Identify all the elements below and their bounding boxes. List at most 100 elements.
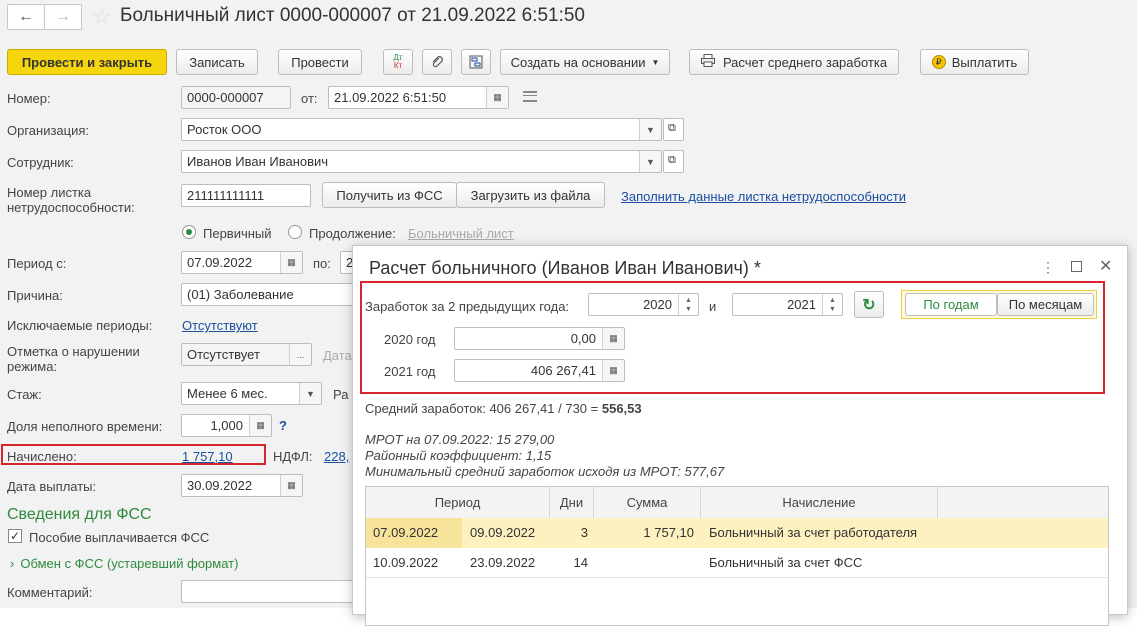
period-label: Период с: [7, 256, 67, 271]
save-button[interactable]: Записать [176, 49, 258, 75]
ndfl-link[interactable]: 228, [324, 449, 349, 464]
accrual-cell: Больничный за счет работодателя [709, 525, 918, 540]
chevron-down-icon[interactable]: ▼ [639, 151, 661, 172]
open-icon[interactable]: ⧉ [663, 150, 684, 173]
amount-cell [594, 548, 694, 578]
sheet-number-field[interactable]: 211111111111 [181, 184, 311, 207]
load-from-file-button[interactable]: Загрузить из файла [456, 182, 605, 208]
year1-spinner[interactable]: 2020 ▲ ▼ [588, 293, 699, 316]
employee-label: Сотрудник: [7, 155, 74, 170]
calculator-icon[interactable]: ▦ [249, 415, 271, 436]
excluded-periods-link[interactable]: Отсутствуют [182, 318, 258, 333]
post-and-close-button[interactable]: Провести и закрыть [7, 49, 167, 75]
period-to-cell: 23.09.2022 [470, 555, 536, 570]
year1-amount-label: 2020 год [384, 332, 436, 347]
select-ellipsis-icon[interactable]: ... [289, 344, 311, 365]
fss-exchange-group[interactable]: › Обмен с ФСС (устаревший формат) [10, 556, 238, 571]
ruble-coin-icon: ₽ [931, 55, 946, 69]
date-field[interactable]: 21.09.2022 6:51:50 ▦ [328, 86, 509, 109]
column-header[interactable]: Дни [550, 487, 594, 518]
close-icon[interactable]: ✕ [1099, 256, 1112, 276]
back-button[interactable]: ← [7, 4, 45, 30]
comment-label: Комментарий: [7, 585, 93, 600]
open-icon[interactable]: ⧉ [663, 118, 684, 141]
sick-list-link[interactable]: Больничный лист [408, 226, 514, 241]
spin-arrows-icon[interactable]: ▲ ▼ [678, 294, 698, 315]
continuation-radio[interactable] [288, 225, 302, 239]
experience-field[interactable]: Менее 6 мес. ▼ [181, 382, 322, 405]
organization-field[interactable]: Росток ООО ▼ [181, 118, 662, 141]
post-button[interactable]: Провести [278, 49, 362, 75]
amount-cell: 1 757,10 [643, 525, 694, 540]
more-icon[interactable]: ⋮ [1041, 260, 1055, 274]
period-from-field[interactable]: 07.09.2022 ▦ [181, 251, 303, 274]
employee-field[interactable]: Иванов Иван Иванович ▼ [181, 150, 662, 173]
mrot-text: МРОТ на 07.09.2022: 15 279,00 [365, 432, 555, 447]
create-based-on-dropdown[interactable]: Создать на основании ▼ [500, 49, 670, 75]
sick-pay-calculation-dialog: Расчет больничного (Иванов Иван Иванович… [352, 245, 1128, 626]
help-icon[interactable]: ? [279, 418, 287, 433]
dt-kt-icon[interactable]: Дт Кт [383, 49, 413, 75]
year2-amount-field[interactable]: 406 267,41 ▦ [454, 359, 625, 382]
year1-amount-field[interactable]: 0,00 ▦ [454, 327, 625, 350]
year2-spinner[interactable]: 2021 ▲ ▼ [732, 293, 843, 316]
pay-button[interactable]: ₽ Выплатить [920, 49, 1029, 75]
arrow-left-icon: ← [18, 8, 34, 25]
spin-arrows-icon[interactable]: ▲ ▼ [822, 294, 842, 315]
maximize-icon[interactable] [1071, 261, 1082, 272]
number-field[interactable]: 0000-000007 [181, 86, 291, 109]
calendar-icon[interactable]: ▦ [280, 475, 302, 496]
chevron-down-icon[interactable]: ▼ [299, 383, 321, 404]
paperclip-icon[interactable] [422, 49, 452, 75]
primary-radio[interactable] [182, 225, 196, 239]
experience-label: Стаж: [7, 387, 42, 402]
refresh-icon[interactable]: ↻ [854, 291, 884, 318]
accrual-cell: Больничный за счет ФСС [709, 555, 863, 570]
excluded-periods-label: Исключаемые периоды: [7, 318, 153, 333]
calculator-icon[interactable]: ▦ [602, 360, 624, 381]
violation-date-label: Дата [323, 348, 352, 363]
fss-section-title: Сведения для ФСС [7, 506, 152, 523]
structure-icon[interactable] [461, 49, 491, 75]
window-title: Больничный лист 0000-000007 от 21.09.202… [120, 5, 585, 26]
fss-checkbox-label: Пособие выплачивается ФСС [29, 530, 210, 545]
table-row[interactable]: 07.09.2022 09.09.2022 3 1 757,10 Больнич… [366, 518, 1108, 548]
calendar-icon[interactable]: ▦ [280, 252, 302, 273]
reason-field[interactable]: (01) Заболевание [181, 283, 361, 306]
part-time-field[interactable]: 1,000 ▦ [181, 414, 272, 437]
fss-checkbox[interactable]: ✓ [8, 529, 22, 543]
table-row[interactable]: 10.09.2022 23.09.2022 14 Больничный за с… [366, 548, 1108, 578]
column-header[interactable]: Сумма [594, 487, 701, 518]
column-header[interactable]: Начисление [701, 487, 938, 518]
forward-button[interactable]: → [44, 4, 82, 30]
calendar-icon[interactable]: ▦ [486, 87, 508, 108]
pay-date-field[interactable]: 30.09.2022 ▦ [181, 474, 303, 497]
get-from-fss-button[interactable]: Получить из ФСС [322, 182, 457, 208]
part-time-label: Доля неполного времени: [7, 419, 163, 434]
average-earnings-text: Средний заработок: 406 267,41 / 730 = 55… [365, 401, 642, 416]
by-months-toggle[interactable]: По месяцам [997, 293, 1094, 316]
period-to-cell: 09.09.2022 [470, 525, 536, 540]
printer-icon [700, 54, 715, 70]
accrued-link[interactable]: 1 757,10 [182, 449, 233, 464]
earnings-label: Заработок за 2 предыдущих года: [365, 299, 570, 314]
column-header[interactable]: Период [366, 487, 550, 518]
fill-sheet-data-link[interactable]: Заполнить данные листка нетрудоспособнос… [621, 189, 906, 204]
avg-earnings-button[interactable]: Расчет среднего заработка [689, 49, 899, 75]
star-icon[interactable]: ☆ [92, 4, 112, 30]
history-icon[interactable] [523, 91, 537, 102]
period-to-label: по: [313, 256, 331, 271]
column-header-empty [938, 487, 1108, 518]
arrow-right-icon: → [55, 8, 71, 25]
experience-extra-label: Ра [333, 387, 349, 402]
number-label: Номер: [7, 91, 51, 106]
by-years-toggle[interactable]: По годам [905, 293, 997, 316]
calculator-icon[interactable]: ▦ [602, 328, 624, 349]
violation-label: Отметка о нарушении режима: [7, 344, 140, 374]
from-label: от: [301, 91, 318, 106]
chevron-down-icon[interactable]: ▼ [639, 119, 661, 140]
organization-label: Организация: [7, 123, 90, 138]
and-label: и [709, 299, 717, 314]
comment-field[interactable] [181, 580, 361, 603]
violation-field[interactable]: Отсутствует... [181, 343, 312, 366]
